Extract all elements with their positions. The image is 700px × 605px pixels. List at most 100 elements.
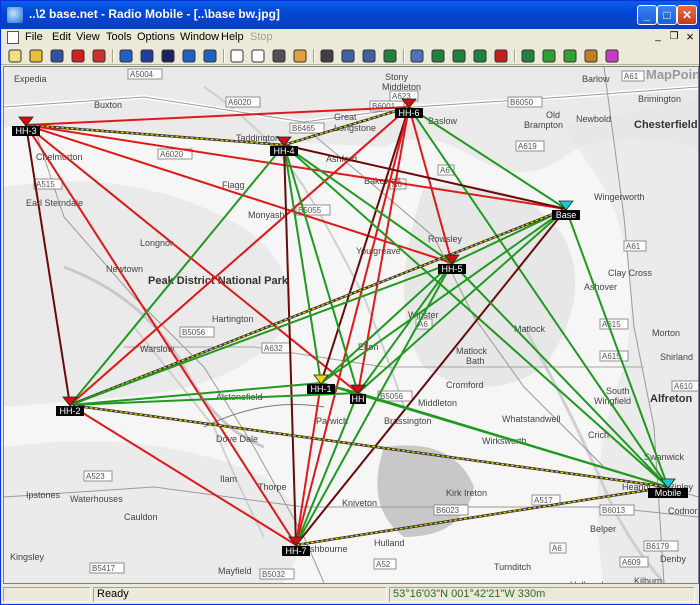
- mdi-restore-button[interactable]: ❐: [667, 31, 681, 44]
- svg-text:B5032: B5032: [262, 570, 286, 579]
- svg-text:B5056: B5056: [182, 328, 206, 337]
- new-picture-icon[interactable]: [229, 48, 245, 64]
- radio-mobile-window: ..\2 base.net - Radio Mobile - [..\base …: [0, 0, 700, 605]
- flag-icon[interactable]: [604, 48, 620, 64]
- title-bar[interactable]: ..\2 base.net - Radio Mobile - [..\base …: [1, 1, 699, 29]
- toolbar-separator: [313, 49, 315, 63]
- place-label: Alfreton: [650, 393, 692, 405]
- place-label: Codnor: [668, 506, 698, 516]
- place-label: Holbrook: [570, 580, 607, 583]
- cartesian-icon[interactable]: [562, 48, 578, 64]
- svg-text:A515: A515: [36, 180, 55, 189]
- globe-icon[interactable]: [139, 48, 155, 64]
- toolbar: [1, 47, 699, 65]
- copy-icon[interactable]: [340, 48, 356, 64]
- svg-text:Base: Base: [556, 210, 577, 220]
- svg-text:A615: A615: [602, 320, 621, 329]
- place-label: Kirk Ireton: [446, 488, 487, 498]
- road-label: B6050: [507, 96, 543, 108]
- mdi-close-button[interactable]: ×: [683, 30, 697, 44]
- network-properties-icon[interactable]: [70, 48, 86, 64]
- delete-icon[interactable]: [493, 48, 509, 64]
- minimize-button[interactable]: _: [637, 5, 657, 25]
- menu-options[interactable]: Options: [137, 31, 175, 43]
- place-label: Ashbourne: [304, 544, 348, 554]
- svg-text:A632: A632: [264, 344, 283, 353]
- svg-text:A6020: A6020: [228, 98, 252, 107]
- road-label: B5032: [259, 568, 295, 580]
- save-picture-icon[interactable]: [271, 48, 287, 64]
- menu-window[interactable]: Window: [180, 31, 219, 43]
- place-label: Clay Cross: [608, 268, 653, 278]
- place-label: Wingerworth: [594, 192, 645, 202]
- road-label: A609: [619, 556, 649, 568]
- open-icon[interactable]: [28, 48, 44, 64]
- place-label: Dove Dale: [216, 434, 258, 444]
- route-icon[interactable]: [583, 48, 599, 64]
- arrow-right-icon[interactable]: [202, 48, 218, 64]
- road-label: A632: [261, 342, 291, 354]
- place-label: Cromford: [446, 380, 484, 390]
- place-label: Hartington: [212, 314, 254, 324]
- radio-coverage-icon[interactable]: [160, 48, 176, 64]
- place-label: Thorpe: [258, 482, 287, 492]
- place-label: Whatstandwell: [502, 414, 561, 424]
- svg-text:A5004: A5004: [130, 70, 154, 79]
- merge-icon[interactable]: [382, 48, 398, 64]
- print-icon[interactable]: [319, 48, 335, 64]
- svg-text:Mobile: Mobile: [655, 488, 682, 498]
- place-label: Ilam: [220, 474, 237, 484]
- close-button[interactable]: ✕: [677, 5, 697, 25]
- mdi-minimize-button[interactable]: _: [651, 31, 665, 44]
- world-icon[interactable]: [118, 48, 134, 64]
- status-bar: Ready 53°16'03"N 001°42'21"W 330m: [1, 585, 699, 604]
- place-label: Baslow: [428, 116, 458, 126]
- place-label: Buxton: [94, 100, 122, 110]
- app-icon[interactable]: [7, 7, 23, 23]
- svg-text:HH-7: HH-7: [285, 546, 306, 556]
- edit-network-icon[interactable]: [91, 48, 107, 64]
- document-icon[interactable]: [7, 31, 19, 44]
- place-label: Ashover: [584, 282, 617, 292]
- menu-edit[interactable]: Edit: [52, 31, 71, 43]
- maximize-button[interactable]: □: [657, 5, 677, 25]
- open-picture-icon[interactable]: [250, 48, 266, 64]
- save-icon[interactable]: [49, 48, 65, 64]
- polar-icon[interactable]: [541, 48, 557, 64]
- status-text: Ready: [93, 587, 387, 602]
- place-label: Brampton: [524, 120, 563, 130]
- svg-text:B6013: B6013: [602, 506, 626, 515]
- window-icon[interactable]: [409, 48, 425, 64]
- place-label: Brimington: [638, 94, 681, 104]
- place-label: Great: [334, 112, 357, 122]
- draw-icon[interactable]: [292, 48, 308, 64]
- new-icon[interactable]: [7, 48, 23, 64]
- zoom-icon[interactable]: [430, 48, 446, 64]
- menu-view[interactable]: View: [76, 31, 100, 43]
- menu-file[interactable]: File: [25, 31, 43, 43]
- map-view[interactable]: A5004 A6020 B6465 B6001 A623 B6050 A61 A619 A6 A6…: [3, 66, 699, 584]
- road-label: A61: [623, 240, 647, 252]
- radio-link-icon[interactable]: [520, 48, 536, 64]
- menu-tools[interactable]: Tools: [106, 31, 132, 43]
- road-label: B5056: [377, 390, 413, 402]
- place-label: Hulland: [374, 538, 405, 548]
- svg-text:A52: A52: [376, 560, 391, 569]
- paste-icon[interactable]: [361, 48, 377, 64]
- place-label: Belper: [590, 524, 616, 534]
- arrow-left-icon[interactable]: [181, 48, 197, 64]
- place-label: Flagg: [222, 180, 245, 190]
- fit-icon[interactable]: [451, 48, 467, 64]
- svg-text:A61: A61: [624, 72, 639, 81]
- place-label: Kingsley: [10, 552, 45, 562]
- svg-text:A6: A6: [552, 544, 562, 553]
- toolbar-separator: [403, 49, 405, 63]
- map-canvas[interactable]: A5004A6020B6465B6001A623B6050A61A619A6A6…: [4, 67, 698, 583]
- menu-help[interactable]: Help: [221, 31, 244, 43]
- menu-stop[interactable]: Stop: [250, 31, 273, 43]
- svg-text:A6: A6: [440, 166, 450, 175]
- place-label: Old: [546, 110, 560, 120]
- zoom-out-icon[interactable]: [472, 48, 488, 64]
- road-label: A615: [599, 350, 629, 362]
- menu-bar: File Edit View Tools Options Window Help Stop _…: [1, 29, 699, 47]
